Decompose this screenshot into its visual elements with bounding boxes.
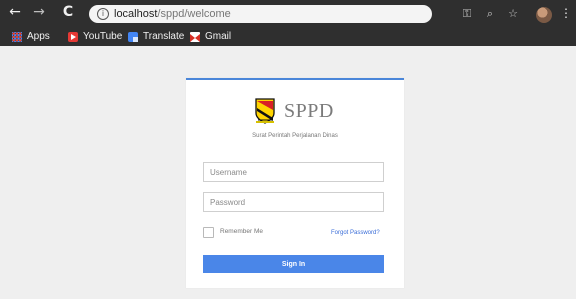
bookmark-translate-label: Translate	[143, 31, 185, 42]
app-logo: SPPD	[254, 98, 354, 126]
bookmark-gmail[interactable]: Gmail	[190, 29, 231, 45]
translate-icon	[128, 32, 138, 42]
bookmark-youtube[interactable]: YouTube	[68, 29, 122, 45]
reload-icon[interactable]: C	[61, 5, 75, 19]
info-icon[interactable]: i	[97, 8, 109, 20]
bookmark-translate[interactable]: Translate	[128, 29, 184, 45]
forward-icon[interactable]: →	[32, 5, 46, 19]
url-path: /sppd/welcome	[157, 8, 231, 20]
avatar[interactable]	[536, 7, 552, 23]
password-field[interactable]	[203, 192, 384, 212]
bookmark-gmail-label: Gmail	[205, 31, 232, 42]
key-icon[interactable]: ⚿	[460, 8, 474, 20]
bookmark-apps[interactable]: Apps	[12, 29, 50, 45]
login-card: SPPD Surat Perintah Perjalanan Dinas Rem…	[186, 78, 404, 288]
app-subtitle: Surat Perintah Perjalanan Dinas	[252, 133, 338, 139]
menu-icon[interactable]: ⋮	[560, 5, 572, 21]
gmail-icon	[190, 32, 200, 42]
remember-me-label: Remember Me	[220, 228, 263, 235]
apps-icon	[12, 32, 22, 42]
url-host: localhost	[114, 8, 158, 20]
bookmark-star-icon[interactable]: ☆	[506, 8, 520, 20]
bookmarks-bar: Apps YouTube Translate Gmail	[0, 29, 576, 45]
url-text[interactable]: localhost/sppd/welcome	[114, 7, 231, 21]
remember-me-checkbox[interactable]	[203, 226, 214, 238]
forgot-password-link[interactable]: Forgot Password?	[331, 229, 380, 237]
address-bar[interactable]: i localhost/sppd/welcome	[89, 5, 432, 23]
sign-in-button[interactable]: Sign In	[203, 255, 384, 273]
app-title: SPPD	[284, 100, 334, 122]
back-icon[interactable]: ←	[8, 5, 22, 19]
bookmark-youtube-label: YouTube	[83, 31, 123, 42]
browser-chrome: ← → C i localhost/sppd/welcome ⚿ ⌕ ☆ ⋮ A…	[0, 0, 576, 46]
search-icon[interactable]: ⌕	[483, 8, 497, 20]
bookmark-apps-label: Apps	[27, 31, 50, 42]
youtube-icon	[68, 32, 78, 42]
sppd-logo-icon	[255, 98, 275, 124]
username-field[interactable]	[203, 162, 384, 182]
remember-me-row[interactable]: Remember Me	[203, 226, 263, 238]
